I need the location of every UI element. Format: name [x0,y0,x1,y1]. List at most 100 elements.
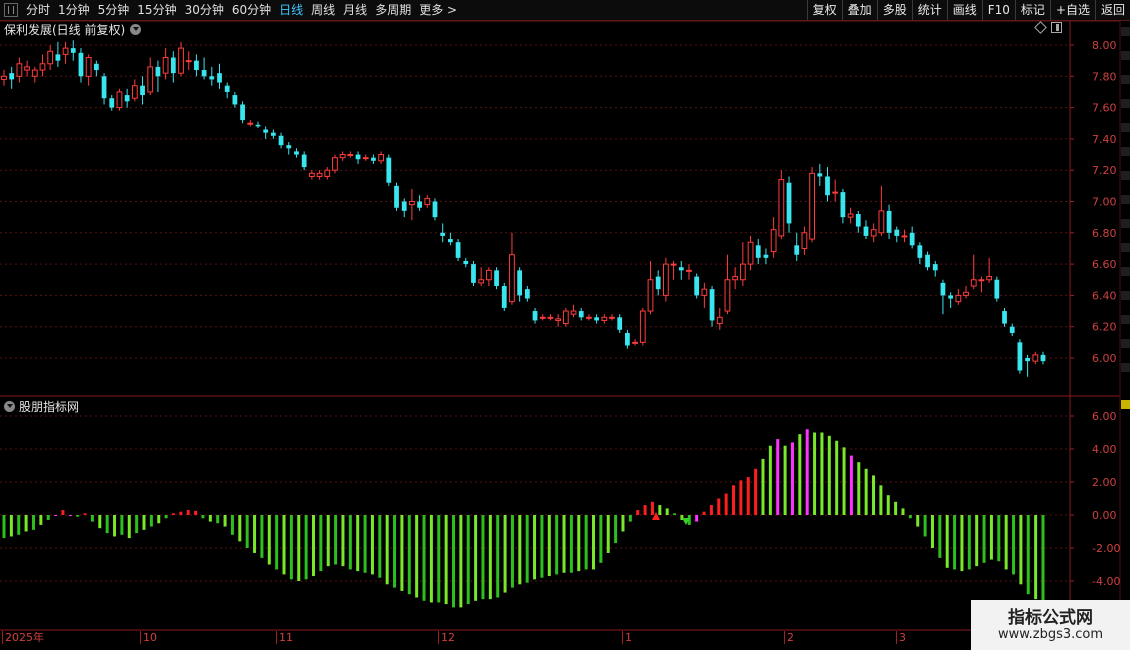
indicator-bar [31,515,35,530]
candle-body [378,154,385,162]
indicator-bar [83,513,87,515]
candle-body [147,66,154,93]
stock-chart[interactable]: 8.00 7.80 7.60 7.40 7.20 7.00 6.80 6.60 6.40 6.20… [0,0,1130,650]
candle [801,226,808,255]
candle [485,267,492,287]
candle-body [47,50,54,65]
panel-icon[interactable] [1051,22,1062,33]
indicator-bar [208,515,212,522]
candle-body [286,145,292,149]
candlestick-series [1,40,1046,377]
candle-body [547,316,554,319]
candle-body [586,316,592,319]
chevron-down-icon[interactable] [130,23,142,35]
candle-body [786,182,792,224]
candle [586,314,592,321]
candle [362,154,369,161]
candle [509,232,515,305]
candle [316,170,323,180]
candle [455,239,461,261]
candle-body [701,288,708,296]
indicator-bar [230,515,234,535]
indicator-bar [518,515,522,585]
indicator-bar [872,475,876,515]
indicator-bar [216,515,220,524]
indicator-bar [341,515,345,567]
candle-body [632,341,638,344]
indicator-bar [614,515,618,544]
indicator-bar [488,515,492,600]
candle-body [324,169,331,177]
indicator-bar [746,477,750,515]
candle-body [217,73,222,83]
indicator-bar [407,515,411,595]
candle-body [70,48,76,53]
candle [140,76,145,105]
side-cell [1121,51,1130,60]
candle [870,223,877,243]
candle [786,176,792,233]
candle [1032,351,1039,365]
indicator-bar [149,515,153,527]
candle [62,41,69,64]
candle-body [517,270,523,296]
candle [155,60,161,92]
main-chart-header[interactable]: 保利发展(日线 前复权) [4,21,142,37]
candle [694,273,700,299]
candle [278,132,284,149]
indicator-bar [496,515,500,598]
indicator-bar [466,515,470,605]
candle-body [594,317,600,321]
side-cell [1121,75,1130,84]
candle [308,170,315,180]
indicator-bar [171,513,175,515]
candle [609,314,615,321]
chevron-down-icon[interactable] [4,400,15,412]
candle [9,66,15,89]
indicator-header[interactable]: 股朋指标网 [2,398,79,414]
candle [55,41,61,67]
candle [332,154,338,174]
candle [301,151,307,171]
candle-body [332,157,338,171]
indicator-bar [997,515,1001,562]
indicator-bar [975,515,979,567]
candle [447,232,453,246]
candle-body [963,291,969,296]
candle [224,82,230,99]
diamond-icon[interactable] [1034,21,1047,34]
candle [324,167,331,180]
indicator-bar [923,515,927,537]
candle-body [501,286,507,308]
chart-corner-icons [1034,21,1062,34]
indicator-bar [982,515,986,563]
indicator-bar [297,515,301,581]
indicator-bar [510,515,514,588]
indicator-bar [754,468,758,515]
candle-body [116,91,123,109]
candle-body [747,241,754,265]
y-tick-label: -4.00 [1092,575,1120,588]
candle [178,41,184,77]
indicator-bar [201,515,205,519]
candle-body [855,214,861,227]
side-cell [1121,147,1130,156]
indicator-bar [46,515,50,520]
candle [617,314,623,333]
indicator-bar [820,432,824,515]
candle-body [625,332,630,346]
candle-body [832,191,839,194]
candle-body [1040,354,1046,362]
indicator-bar [650,501,654,515]
y-tick-label: 4.00 [1092,443,1117,456]
candle [863,220,869,240]
candle-body [578,311,584,318]
candle-body [255,124,261,127]
candle-body [155,66,161,77]
indicator-bar [17,515,21,535]
candle [794,232,800,261]
candle-body [39,63,46,71]
candle [825,167,830,202]
x-label-year: 2025年 [2,631,44,644]
candle-body [509,254,515,303]
